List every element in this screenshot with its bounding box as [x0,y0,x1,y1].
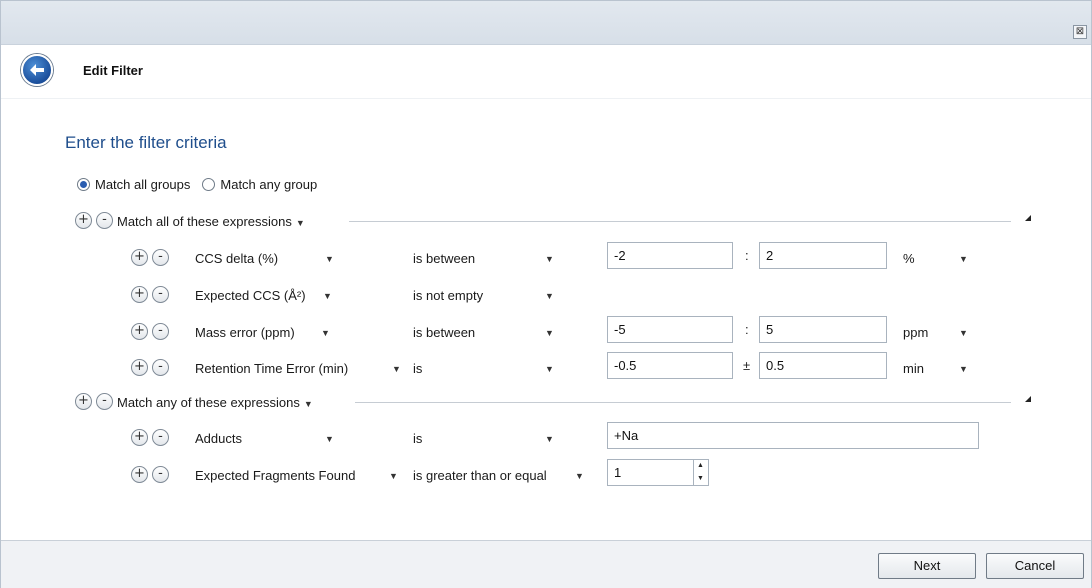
adduct-value-input[interactable]: +Na [607,422,979,449]
section-title: Enter the filter criteria [65,133,227,152]
chevron-down-icon[interactable]: ▼ [321,328,330,338]
field-select-expected-fragments[interactable]: Expected Fragments Found [195,468,355,483]
chevron-down-icon[interactable]: ▼ [545,291,554,301]
field-select-mass-error[interactable]: Mass error (ppm) [195,325,295,340]
add-expression-button[interactable]: + [131,359,148,376]
match-mode-options: Match all groups Match any group [77,177,329,192]
remove-expression-button[interactable]: - [152,429,169,446]
remove-group-button[interactable]: - [96,212,113,229]
unit-select[interactable]: ppm [903,325,928,340]
footer-bar: Next Cancel [1,540,1091,588]
chevron-down-icon[interactable]: ▼ [325,254,334,264]
add-group-button[interactable]: + [75,393,92,410]
chevron-down-icon: ▼ [303,399,313,409]
min-value-input[interactable]: -5 [607,316,733,343]
group-match-all-dropdown[interactable]: Match all of these expressions ▼ [117,214,305,229]
group-divider [349,221,1011,222]
add-expression-button[interactable]: + [131,429,148,446]
group-match-any-label: Match any of these expressions [117,395,300,410]
group-divider [355,402,1011,403]
group-match-any-dropdown[interactable]: Match any of these expressions ▼ [117,395,313,410]
add-group-button[interactable]: + [75,212,92,229]
back-button[interactable] [21,54,53,86]
stepper-up-icon[interactable]: ▲ [694,459,707,472]
close-button[interactable]: ⊠ [1073,25,1087,39]
match-all-groups-label[interactable]: Match all groups [95,177,190,192]
remove-expression-button[interactable]: - [152,466,169,483]
tolerance-value-input[interactable]: 0.5 [759,352,887,379]
max-value-input[interactable]: 2 [759,242,887,269]
chevron-down-icon[interactable]: ▼ [575,471,584,481]
operator-select-retention-time-error[interactable]: is [413,361,422,376]
chevron-down-icon[interactable]: ▼ [545,434,554,444]
remove-group-button[interactable]: - [96,393,113,410]
edit-filter-window: ⊠ Edit Filter Enter the filter criteria … [0,0,1092,588]
title-bar: ⊠ [1,1,1091,45]
chevron-down-icon[interactable]: ▼ [545,328,554,338]
chevron-down-icon[interactable]: ▼ [959,254,968,264]
add-expression-button[interactable]: + [131,466,148,483]
chevron-down-icon[interactable]: ▼ [959,364,968,374]
unit-select[interactable]: % [903,251,915,266]
stepper-buttons: ▲ ▼ [693,459,707,486]
stepper-down-icon[interactable]: ▼ [694,472,707,485]
chevron-down-icon[interactable]: ▼ [545,254,554,264]
collapse-group-icon[interactable] [1025,396,1031,402]
chevron-down-icon[interactable]: ▼ [389,471,398,481]
center-value-input[interactable]: -0.5 [607,352,733,379]
field-select-ccs-delta[interactable]: CCS delta (%) [195,251,278,266]
chevron-down-icon[interactable]: ▼ [392,364,401,374]
add-expression-button[interactable]: + [131,323,148,340]
chevron-down-icon[interactable]: ▼ [545,364,554,374]
remove-expression-button[interactable]: - [152,249,169,266]
operator-select-mass-error[interactable]: is between [413,325,475,340]
chevron-down-icon[interactable]: ▼ [959,328,968,338]
next-button[interactable]: Next [878,553,976,579]
chevron-down-icon[interactable]: ▼ [325,434,334,444]
add-expression-button[interactable]: + [131,249,148,266]
cancel-button[interactable]: Cancel [986,553,1084,579]
field-select-expected-ccs[interactable]: Expected CCS (Å²) [195,288,306,303]
match-all-groups-radio[interactable] [77,178,90,191]
range-separator: : [745,322,749,337]
max-value-input[interactable]: 5 [759,316,887,343]
collapse-group-icon[interactable] [1025,215,1031,221]
remove-expression-button[interactable]: - [152,323,169,340]
match-any-group-radio[interactable] [202,178,216,191]
group-match-all-label: Match all of these expressions [117,214,292,229]
remove-expression-button[interactable]: - [152,286,169,303]
unit-select[interactable]: min [903,361,924,376]
chevron-down-icon[interactable]: ▼ [323,291,332,301]
add-expression-button[interactable]: + [131,286,148,303]
field-select-adducts[interactable]: Adducts [195,431,242,446]
match-any-group-label[interactable]: Match any group [220,177,317,192]
page-title: Edit Filter [83,63,143,78]
range-separator: : [745,248,749,263]
back-arrow-icon [30,64,44,76]
operator-select-ccs-delta[interactable]: is between [413,251,475,266]
operator-select-expected-fragments[interactable]: is greater than or equal [413,468,547,483]
tolerance-separator: ± [743,358,751,373]
min-value-input[interactable]: -2 [607,242,733,269]
field-select-retention-time-error[interactable]: Retention Time Error (min) [195,361,348,376]
operator-select-expected-ccs[interactable]: is not empty [413,288,483,303]
chevron-down-icon: ▼ [295,218,305,228]
remove-expression-button[interactable]: - [152,359,169,376]
operator-select-adducts[interactable]: is [413,431,422,446]
page-header: Edit Filter [1,45,1091,99]
